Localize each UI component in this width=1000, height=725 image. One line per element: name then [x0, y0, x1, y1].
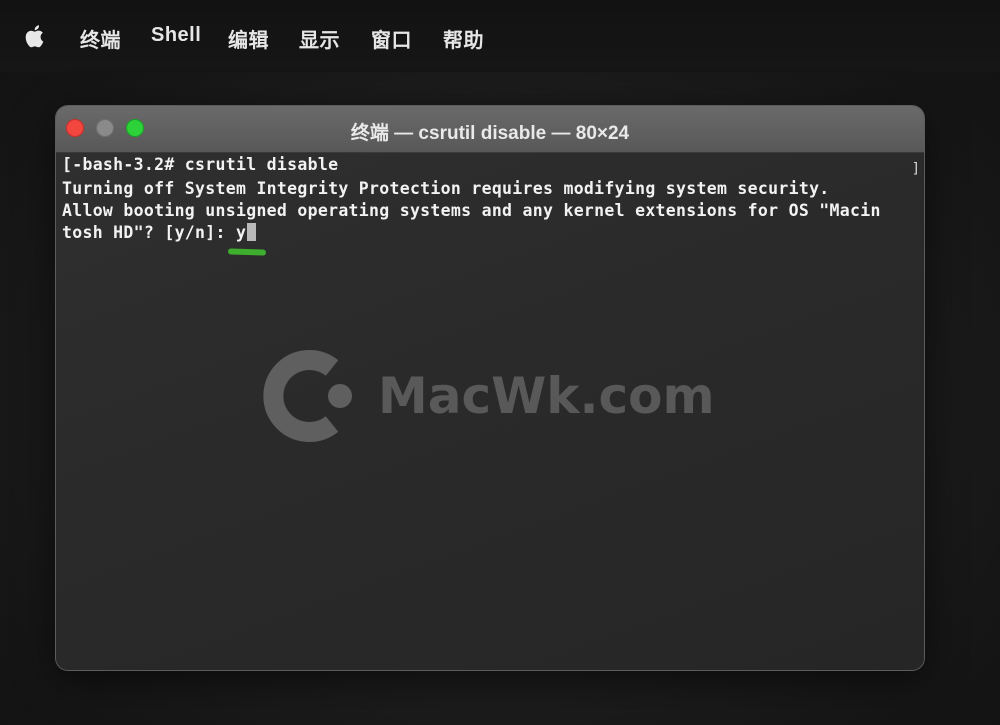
menu-window[interactable]: 窗口: [371, 24, 412, 53]
text-cursor: [247, 223, 257, 241]
window-titlebar[interactable]: 终端 — csrutil disable — 80×24: [56, 106, 924, 153]
terminal-line-input: tosh HD"? [y/n]: y: [62, 223, 257, 242]
desktop-screen: 终端 Shell 编辑 显示 窗口 帮助 终端 — csrutil disabl…: [0, 0, 1000, 725]
menu-shell[interactable]: Shell: [151, 24, 201, 47]
menu-bar: 终端 Shell 编辑 显示 窗口 帮助: [0, 0, 1000, 72]
terminal-line-input-text: tosh HD"? [y/n]: y: [62, 223, 247, 242]
terminal-line-output-1: Turning off System Integrity Protection …: [62, 179, 830, 198]
menu-edit[interactable]: 编辑: [228, 24, 269, 53]
highlight-underline-mark: [227, 248, 267, 256]
window-title: 终端 — csrutil disable — 80×24: [350, 123, 630, 144]
terminal-line-output-2: Allow booting unsigned operating systems…: [62, 201, 881, 220]
apple-logo-icon[interactable]: [24, 22, 48, 50]
watermark-logo-icon: [263, 350, 352, 442]
scroll-indicator: ]: [911, 161, 920, 177]
menu-terminal[interactable]: 终端: [80, 24, 121, 53]
watermark-text: MacWk.com: [378, 367, 715, 425]
terminal-line-prompt: [-bash-3.2# csrutil disable: [62, 155, 339, 174]
menu-view[interactable]: 显示: [299, 24, 340, 53]
menu-help[interactable]: 帮助: [443, 24, 484, 53]
watermark: MacWk.com: [262, 346, 715, 446]
